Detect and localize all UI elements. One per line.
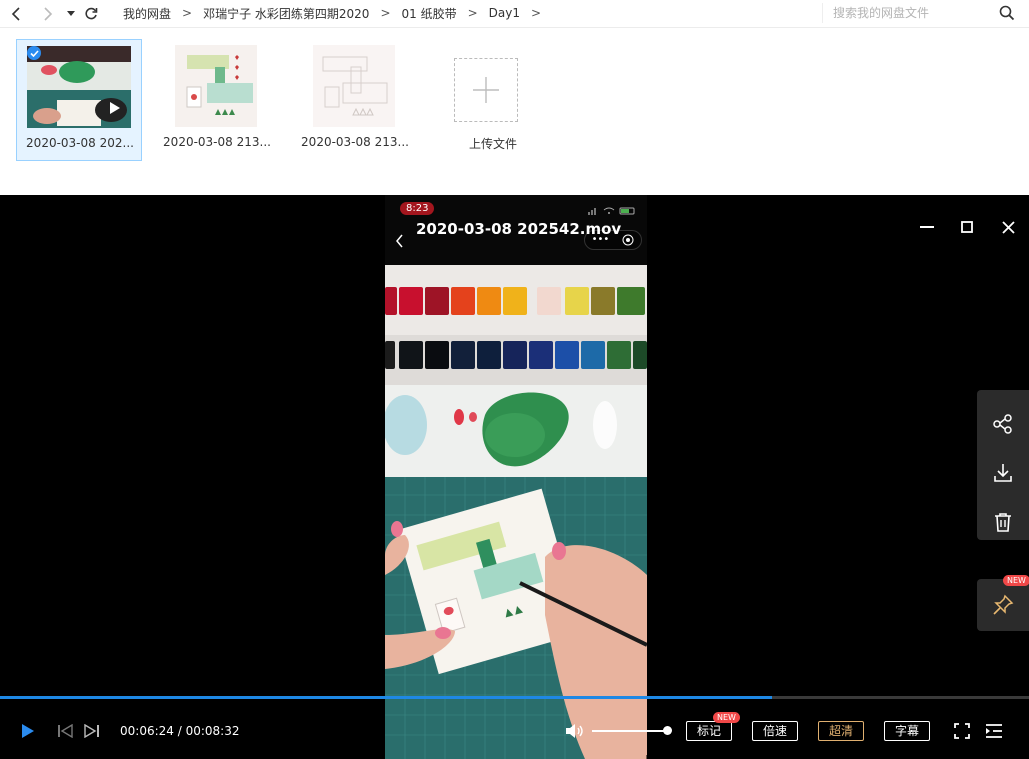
upload-button[interactable] [454, 58, 518, 122]
refresh-button[interactable] [81, 4, 101, 24]
next-button[interactable] [83, 723, 101, 739]
target-icon [622, 234, 634, 246]
volume-slider[interactable] [592, 730, 668, 732]
breadcrumb-separator: > [531, 6, 542, 20]
file-name: 2020-03-08 213... [301, 135, 409, 149]
caret-down-icon [67, 11, 75, 16]
app-window: 我的网盘 > 邓瑞宁子 水彩团练第四期2020 > 01 纸胶带 > Day1 … [0, 0, 1029, 759]
file-item-video[interactable]: 2020-03-08 202... [16, 39, 142, 161]
breadcrumb-item[interactable]: 01 纸胶带 [395, 5, 464, 22]
pin-button[interactable] [991, 593, 1015, 617]
download-icon [994, 464, 1012, 482]
video-player: 8:23 ••• 2020-03-08 202542.mov NEW 00:06… [0, 195, 1029, 759]
bookmark-label: 标记 [696, 724, 721, 738]
video-frame[interactable]: 8:23 ••• [385, 195, 647, 759]
quality-button[interactable]: 超清 [818, 721, 864, 741]
file-item-image[interactable]: 2020-03-08 213... [292, 39, 418, 161]
share-button[interactable] [991, 412, 1015, 436]
chevron-left-icon [11, 7, 20, 21]
chevron-left-icon[interactable] [395, 234, 405, 248]
breadcrumb-item[interactable]: Day1 [482, 6, 527, 20]
breadcrumb-separator: > [467, 6, 478, 20]
file-name: 2020-03-08 213... [163, 135, 271, 149]
play-icon [22, 724, 34, 738]
history-dropdown-button[interactable] [61, 4, 81, 24]
close-icon [1001, 220, 1015, 234]
breadcrumb-separator: > [380, 6, 391, 20]
skip-next-icon [84, 724, 99, 738]
play-overlay-icon [103, 92, 127, 124]
minimize-icon [920, 226, 934, 228]
playlist-icon [986, 724, 1002, 738]
breadcrumb: 我的网盘 > 邓瑞宁子 水彩团练第四期2020 > 01 纸胶带 > Day1 … [116, 5, 545, 21]
image-thumbnail [175, 45, 257, 127]
subtitle-button[interactable]: 字幕 [884, 721, 930, 741]
side-action-panel [977, 390, 1029, 540]
navigation-bar: 我的网盘 > 邓瑞宁子 水彩团练第四期2020 > 01 纸胶带 > Day1 … [0, 0, 1029, 28]
phone-clock: 8:23 [400, 202, 435, 215]
play-button[interactable] [18, 721, 38, 741]
maximize-button[interactable] [957, 217, 977, 237]
refresh-icon [85, 7, 98, 20]
volume-knob[interactable] [663, 726, 672, 735]
pin-panel: NEW [977, 575, 1029, 631]
playlist-button[interactable] [984, 721, 1004, 741]
forward-button[interactable] [37, 4, 57, 24]
back-button[interactable] [7, 4, 27, 24]
video-thumbnail [27, 46, 131, 128]
new-badge: NEW [1003, 575, 1029, 586]
pin-icon [993, 594, 1014, 615]
fullscreen-button[interactable] [952, 721, 972, 741]
time-display: 00:06:24 / 00:08:32 [120, 724, 240, 738]
file-name: 2020-03-08 202... [26, 136, 134, 150]
delete-button[interactable] [991, 510, 1015, 534]
breadcrumb-item[interactable]: 邓瑞宁子 水彩团练第四期2020 [196, 5, 376, 22]
skip-previous-icon [58, 724, 73, 738]
download-button[interactable] [991, 461, 1015, 485]
close-button[interactable] [998, 217, 1018, 237]
image-thumbnail [313, 45, 395, 127]
share-icon [993, 414, 1012, 434]
previous-button[interactable] [56, 723, 74, 739]
progress-fill [0, 696, 772, 699]
selected-check-icon[interactable] [27, 46, 41, 60]
minimize-button[interactable] [917, 217, 937, 237]
bookmark-button[interactable]: 标记 NEW [686, 712, 740, 741]
chevron-right-icon [44, 7, 53, 21]
trash-icon [995, 513, 1011, 532]
plus-icon [473, 77, 499, 103]
speed-button[interactable]: 倍速 [752, 721, 798, 741]
upload-label: 上传文件 [468, 137, 517, 151]
search-icon[interactable] [999, 5, 1015, 21]
video-title: 2020-03-08 202542.mov [416, 220, 622, 238]
volume-icon [566, 724, 583, 738]
breadcrumb-separator: > [182, 6, 193, 20]
upload-file-tile[interactable]: 上传文件 [430, 39, 556, 161]
search-input[interactable] [822, 3, 1020, 23]
new-badge: NEW [713, 712, 740, 723]
fullscreen-icon [954, 723, 970, 739]
video-content [385, 195, 647, 759]
progress-bar[interactable] [0, 696, 1029, 699]
phone-status-icons [588, 207, 635, 215]
maximize-icon [961, 221, 973, 233]
volume-button[interactable] [564, 721, 586, 741]
file-item-image[interactable]: 2020-03-08 213... [154, 39, 280, 161]
breadcrumb-item[interactable]: 我的网盘 [116, 5, 178, 22]
